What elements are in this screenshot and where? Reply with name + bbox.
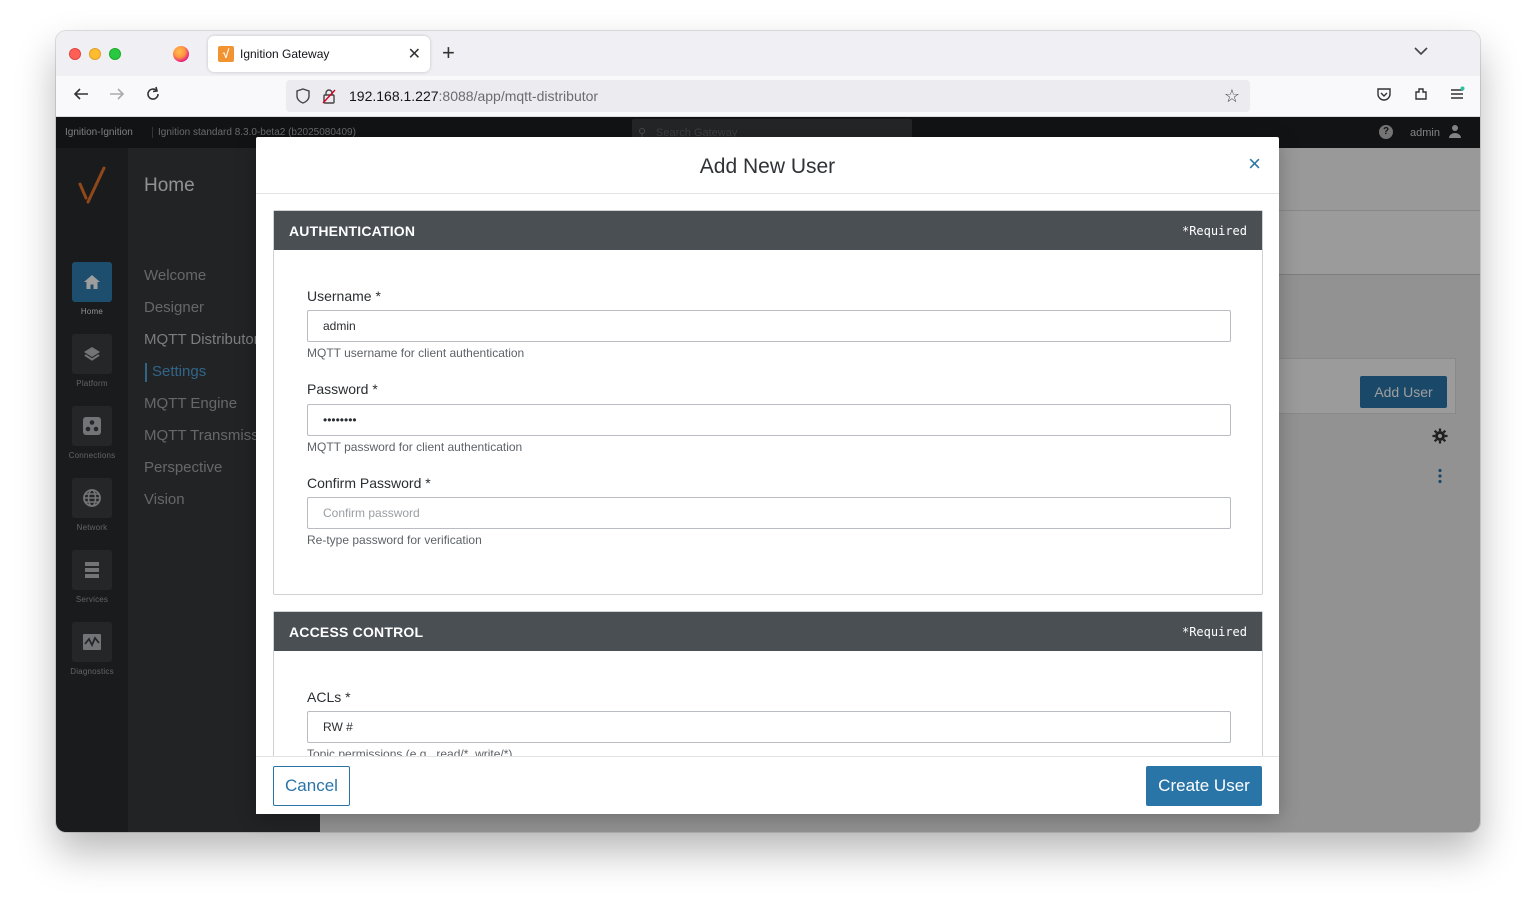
acls-label: ACLs * [307, 689, 351, 705]
tab-bar: √ Ignition Gateway ✕ + [56, 31, 1480, 76]
minimize-window-button[interactable] [89, 48, 101, 60]
menu-icon[interactable] [1449, 86, 1465, 107]
confirm-password-help: Re-type password for verification [307, 533, 482, 547]
maximize-window-button[interactable] [109, 48, 121, 60]
url-path: :8088/app/mqtt-distributor [438, 88, 599, 104]
tab-list-chevron-icon[interactable] [1414, 43, 1428, 59]
url-host: 192.168.1.227 [349, 88, 439, 104]
required-note: *Required [1181, 224, 1247, 238]
new-tab-icon[interactable]: + [442, 41, 455, 65]
tab-close-icon[interactable]: ✕ [408, 44, 421, 64]
acls-field[interactable]: RW # [307, 711, 1231, 743]
pocket-icon[interactable] [1376, 86, 1392, 107]
firefox-icon[interactable] [173, 46, 189, 62]
required-note: *Required [1181, 625, 1247, 639]
navigation-bar: 192.168.1.227:8088/app/mqtt-distributor … [56, 76, 1480, 117]
address-bar[interactable]: 192.168.1.227:8088/app/mqtt-distributor … [286, 80, 1250, 112]
modal-body[interactable]: AUTHENTICATION *Required Username * admi… [256, 195, 1279, 756]
username-label: Username * [307, 288, 381, 304]
tab-title: Ignition Gateway [240, 47, 330, 61]
modal-header: Add New User × [256, 137, 1279, 194]
shield-icon[interactable] [296, 88, 310, 104]
cancel-button[interactable]: Cancel [273, 766, 350, 806]
bookmark-star-icon[interactable]: ☆ [1224, 86, 1240, 107]
section-header: ACCESS CONTROL *Required [274, 612, 1262, 651]
browser-tab[interactable]: √ Ignition Gateway ✕ [208, 36, 430, 72]
section-title: AUTHENTICATION [289, 223, 416, 239]
close-window-button[interactable] [69, 48, 81, 60]
username-field[interactable]: admin [307, 310, 1231, 342]
add-user-modal: Add New User × AUTHENTICATION *Required … [256, 137, 1279, 814]
access-control-section: ACCESS CONTROL *Required ACLs * RW # Top… [273, 611, 1263, 756]
acls-help: Topic permissions (e.g., read/*, write/*… [307, 747, 513, 756]
authentication-section: AUTHENTICATION *Required Username * admi… [273, 210, 1263, 595]
reload-icon[interactable] [144, 85, 162, 108]
create-user-button[interactable]: Create User [1146, 766, 1262, 806]
modal-title: Add New User [699, 155, 836, 178]
username-help: MQTT username for client authentication [307, 346, 525, 360]
close-icon[interactable]: × [1248, 153, 1261, 175]
insecure-lock-icon[interactable] [322, 88, 336, 104]
ignition-favicon-icon: √ [218, 46, 234, 62]
back-arrow-icon[interactable] [72, 85, 90, 108]
confirm-password-label: Confirm Password * [307, 475, 431, 491]
section-header: AUTHENTICATION *Required [274, 211, 1262, 250]
password-label: Password * [307, 381, 378, 397]
password-help: MQTT password for client authentication [307, 440, 523, 454]
url-text: 192.168.1.227:8088/app/mqtt-distributor [349, 88, 598, 104]
extensions-icon[interactable] [1413, 86, 1429, 107]
modal-footer: Cancel Create User [256, 756, 1279, 814]
confirm-password-field[interactable]: Confirm password [307, 497, 1231, 529]
password-field[interactable]: •••••••• [307, 404, 1231, 436]
section-title: ACCESS CONTROL [289, 624, 424, 640]
forward-arrow-icon[interactable] [108, 85, 126, 108]
